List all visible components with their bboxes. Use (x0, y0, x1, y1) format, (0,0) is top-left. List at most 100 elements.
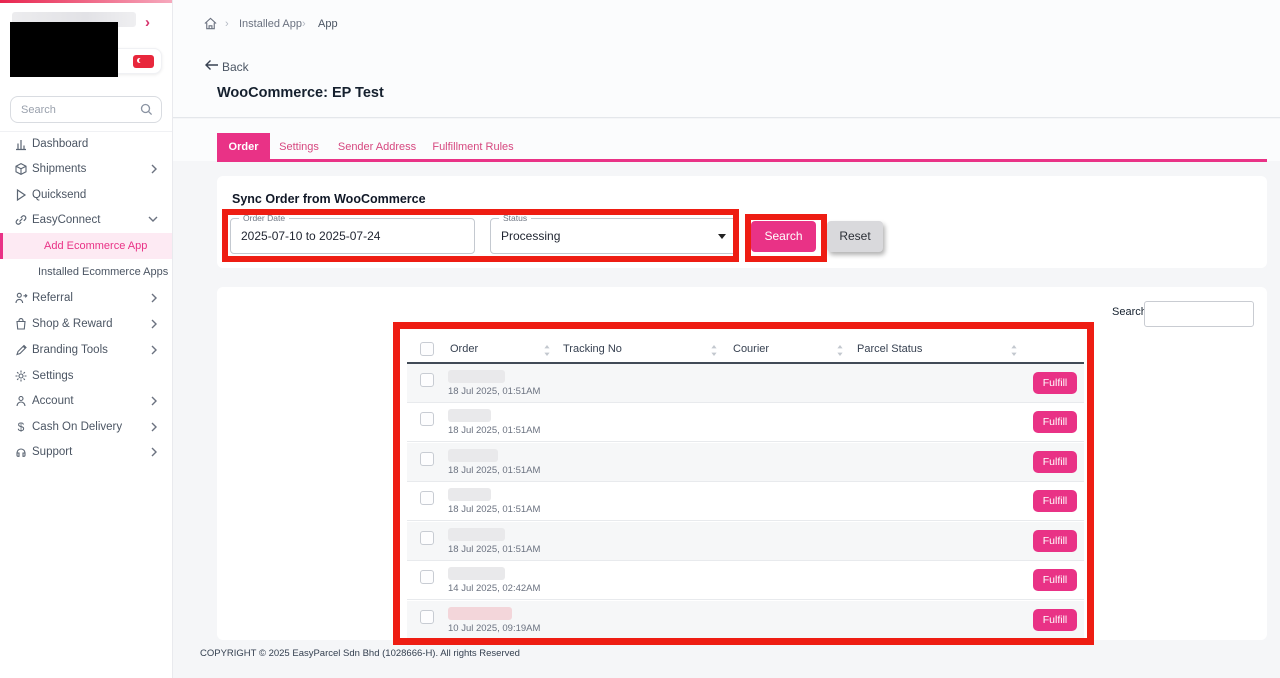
sync-order-heading: Sync Order from WooCommerce (232, 192, 426, 206)
redacted-logo-block (10, 22, 118, 77)
column-header-tracking-no[interactable]: Tracking No (563, 343, 622, 355)
headset-icon (14, 445, 28, 459)
referral-icon (14, 291, 28, 305)
sidebar-item-shop-reward[interactable]: Shop & Reward (0, 315, 172, 336)
fulfill-button[interactable]: Fulfill (1033, 451, 1077, 473)
sidebar-item-branding-tools[interactable]: Branding Tools (0, 341, 172, 362)
fulfill-button[interactable]: Fulfill (1033, 411, 1077, 433)
quicksend-icon (14, 188, 28, 202)
page-title: WooCommerce: EP Test (217, 85, 384, 101)
breadcrumb-installed-app[interactable]: Installed App (239, 18, 302, 30)
sidebar-item-cash-on-delivery[interactable]: $ Cash On Delivery (0, 418, 172, 439)
sidebar-item-dashboard[interactable]: Dashboard (0, 135, 172, 156)
order-date: 18 Jul 2025, 01:51AM (448, 544, 540, 555)
copyright-text: COPYRIGHT © 2025 EasyParcel Sdn Bhd (102… (200, 648, 520, 659)
sidebar-search-input[interactable] (21, 98, 139, 121)
table-row: 10 Jul 2025, 09:19AM Fulfill (407, 601, 1084, 639)
sort-icon[interactable] (543, 344, 551, 357)
row-checkbox[interactable] (420, 570, 434, 584)
column-header-parcel-status[interactable]: Parcel Status (857, 343, 922, 355)
sidebar-item-easyconnect[interactable]: EasyConnect (0, 211, 172, 232)
order-date-value: 2025-07-10 to 2025-07-24 (241, 229, 380, 243)
column-header-courier[interactable]: Courier (733, 343, 769, 355)
redacted-order-name (448, 567, 505, 580)
chevron-right-icon (150, 446, 158, 458)
dashboard-icon (14, 137, 28, 151)
order-date: 18 Jul 2025, 01:51AM (448, 504, 540, 515)
fulfill-button[interactable]: Fulfill (1033, 569, 1077, 591)
row-checkbox[interactable] (420, 412, 434, 426)
sidebar-item-support[interactable]: Support (0, 443, 172, 464)
sidebar-divider (0, 131, 172, 132)
breadcrumb-separator: › (225, 18, 229, 30)
row-checkbox[interactable] (420, 491, 434, 505)
breadcrumb-app[interactable]: App (318, 18, 338, 30)
tab-order[interactable]: Order (217, 133, 270, 161)
fulfill-button[interactable]: Fulfill (1033, 530, 1077, 552)
sort-icon[interactable] (1010, 344, 1018, 357)
reset-button[interactable]: Reset (827, 221, 883, 252)
nav-label: Cash On Delivery (32, 421, 122, 433)
order-date-field[interactable]: Order Date 2025-07-10 to 2025-07-24 (230, 218, 475, 254)
tab-underline (217, 159, 1267, 162)
tab-settings[interactable]: Settings (277, 133, 321, 161)
table-row: 18 Jul 2025, 01:51AM Fulfill (407, 403, 1084, 442)
sidebar-item-referral[interactable]: Referral (0, 289, 172, 310)
fulfill-button[interactable]: Fulfill (1033, 490, 1077, 512)
row-checkbox[interactable] (420, 373, 434, 387)
search-icon (140, 103, 153, 116)
country-flag-badge-icon (133, 55, 154, 68)
chevron-right-icon (150, 292, 158, 304)
nav-label: Branding Tools (32, 344, 108, 356)
order-date: 18 Jul 2025, 01:51AM (448, 465, 540, 476)
row-checkbox[interactable] (420, 531, 434, 545)
sort-icon[interactable] (836, 344, 844, 357)
chevron-right-icon[interactable]: › (145, 14, 150, 31)
easyconnect-link-icon (14, 213, 28, 227)
person-icon (14, 394, 28, 408)
fulfill-button[interactable]: Fulfill (1033, 609, 1077, 631)
redacted-order-name (448, 607, 512, 620)
redacted-order-name (448, 409, 491, 422)
status-label: Status (499, 213, 531, 223)
table-row: 14 Jul 2025, 02:42AM Fulfill (407, 561, 1084, 600)
shipments-icon (14, 162, 28, 176)
select-all-checkbox[interactable] (420, 342, 434, 356)
tab-sender-address[interactable]: Sender Address (337, 133, 417, 161)
redacted-order-name (448, 528, 505, 541)
sidebar-item-shipments[interactable]: Shipments (0, 160, 172, 181)
chevron-right-icon (150, 163, 158, 175)
chevron-right-icon (150, 318, 158, 330)
order-date: 18 Jul 2025, 01:51AM (448, 386, 540, 397)
tab-fulfillment-rules[interactable]: Fulfillment Rules (430, 133, 516, 161)
chevron-right-icon (150, 395, 158, 407)
row-checkbox[interactable] (420, 610, 434, 624)
table-row: 18 Jul 2025, 01:51AM Fulfill (407, 522, 1084, 561)
sidebar-item-account[interactable]: Account (0, 392, 172, 413)
order-date: 18 Jul 2025, 01:51AM (448, 425, 540, 436)
sort-icon[interactable] (710, 344, 718, 357)
table-header-row: Order Tracking No Courier Parcel Status (407, 336, 1084, 364)
search-button[interactable]: Search (751, 221, 816, 252)
column-header-order[interactable]: Order (450, 343, 478, 355)
sidebar-item-installed-ecommerce-apps[interactable]: Installed Ecommerce Apps (0, 259, 172, 285)
sidebar-item-settings[interactable]: Settings (0, 367, 172, 388)
chevron-down-icon (148, 214, 158, 224)
home-icon[interactable] (203, 16, 218, 31)
sidebar-item-quicksend[interactable]: Quicksend (0, 186, 172, 207)
nav-label: Quicksend (32, 189, 86, 201)
back-arrow-icon[interactable] (204, 58, 219, 72)
table-search-input[interactable] (1144, 301, 1254, 327)
row-checkbox[interactable] (420, 452, 434, 466)
order-date-label: Order Date (239, 213, 289, 223)
fulfill-button[interactable]: Fulfill (1033, 372, 1077, 394)
redacted-order-name (448, 370, 505, 383)
status-select[interactable]: Status Processing (490, 218, 737, 254)
redacted-order-name (448, 449, 498, 462)
nav-label: Add Ecommerce App (44, 240, 147, 252)
active-indicator-bar (0, 233, 3, 259)
chevron-right-icon (150, 421, 158, 433)
sidebar-item-add-ecommerce-app[interactable]: Add Ecommerce App (0, 233, 172, 259)
nav-label: Settings (32, 370, 74, 382)
back-button[interactable]: Back (222, 60, 249, 74)
